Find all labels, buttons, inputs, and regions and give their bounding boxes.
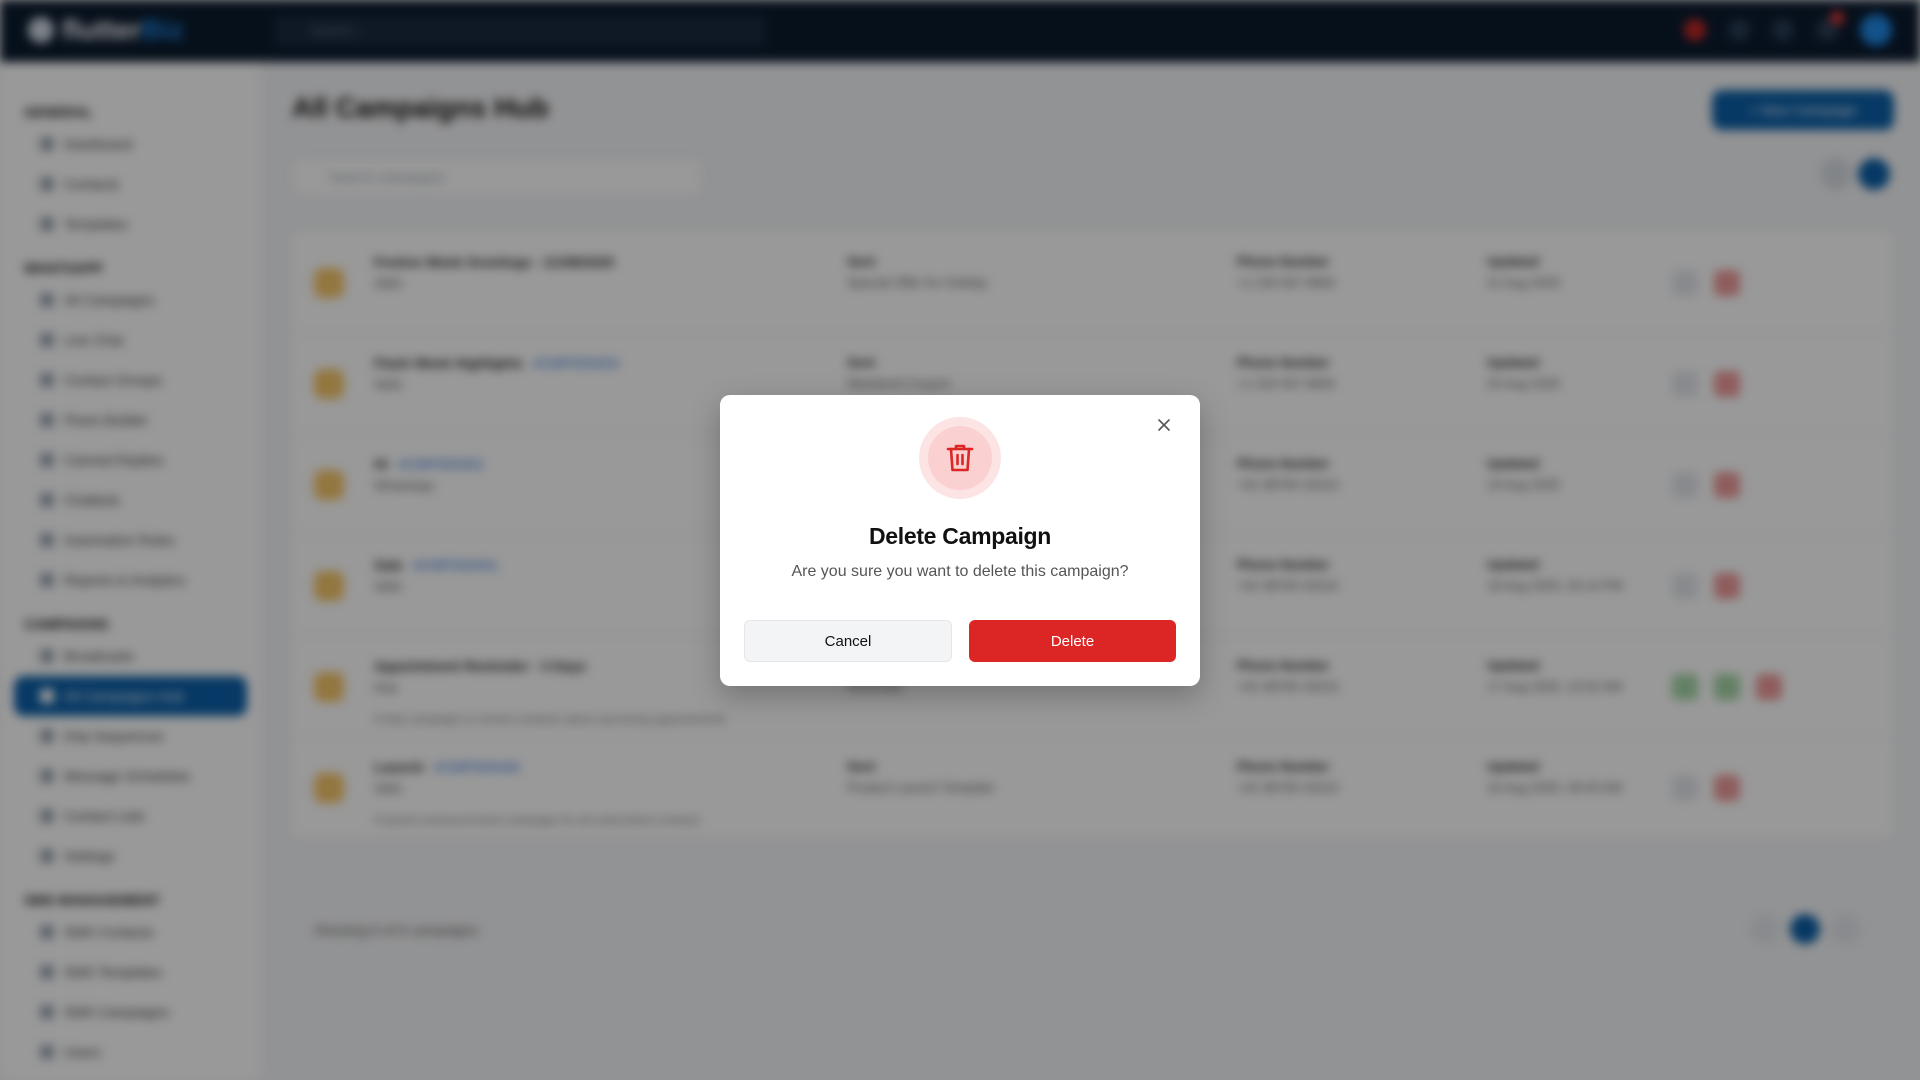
delete-campaign-modal: Delete Campaign Are you sure you want to…: [720, 395, 1200, 686]
modal-title: Delete Campaign: [868, 523, 1052, 549]
delete-button[interactable]: Delete: [969, 620, 1176, 662]
trash-icon-badge: [919, 417, 1001, 499]
trash-icon: [946, 444, 974, 472]
modal-message: Are you sure you want to delete this cam…: [791, 563, 1129, 580]
cancel-button[interactable]: Cancel: [744, 620, 952, 662]
close-icon[interactable]: [1152, 413, 1176, 437]
